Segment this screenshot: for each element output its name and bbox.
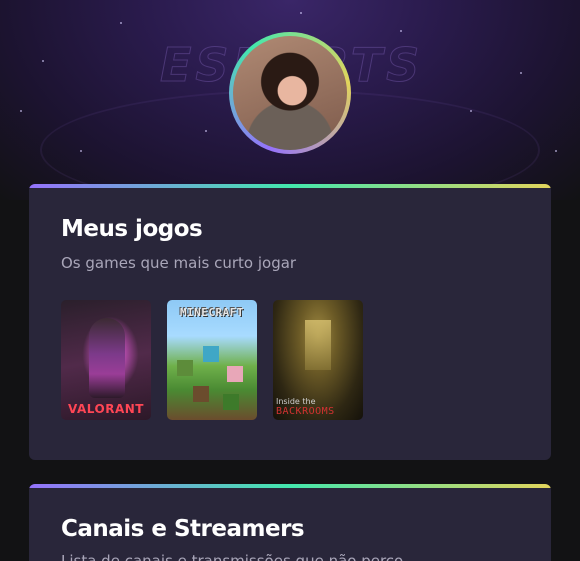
- block-decoration: [177, 360, 193, 376]
- star-decoration: [20, 110, 22, 112]
- block-decoration: [223, 394, 239, 410]
- game-art: [89, 318, 125, 398]
- games-card: Meus jogos Os games que mais curto jogar…: [29, 184, 551, 460]
- star-decoration: [400, 30, 402, 32]
- game-minecraft[interactable]: MINECRAFT: [167, 300, 257, 420]
- game-backrooms[interactable]: Inside the BACKROOMS: [273, 300, 363, 420]
- star-decoration: [520, 72, 522, 74]
- games-title: Meus jogos: [61, 216, 203, 242]
- star-decoration: [470, 110, 472, 112]
- game-art: [305, 320, 331, 370]
- channels-card: Canais e Streamers Lista de canais e tra…: [29, 484, 551, 561]
- game-logo-text: VALORANT: [68, 402, 144, 416]
- game-logo-text: Inside the: [276, 397, 316, 406]
- games-subtitle: Os games que mais curto jogar: [61, 254, 297, 272]
- star-decoration: [120, 22, 122, 24]
- star-decoration: [555, 150, 557, 152]
- block-decoration: [227, 366, 243, 382]
- avatar: [233, 36, 347, 150]
- star-decoration: [300, 12, 302, 14]
- star-decoration: [42, 60, 44, 62]
- channels-subtitle: Lista de canais e transmissões que não p…: [61, 552, 404, 561]
- channels-title: Canais e Streamers: [61, 516, 305, 542]
- games-list: VALORANT MINECRAFT Inside the BACKROOMS: [61, 300, 363, 420]
- star-decoration: [80, 150, 82, 152]
- avatar-ring: [229, 32, 351, 154]
- game-valorant[interactable]: VALORANT: [61, 300, 151, 420]
- block-decoration: [203, 346, 219, 362]
- block-decoration: [193, 386, 209, 402]
- star-decoration: [205, 130, 207, 132]
- game-logo-text: BACKROOMS: [276, 406, 335, 417]
- game-logo-text: MINECRAFT: [179, 306, 245, 319]
